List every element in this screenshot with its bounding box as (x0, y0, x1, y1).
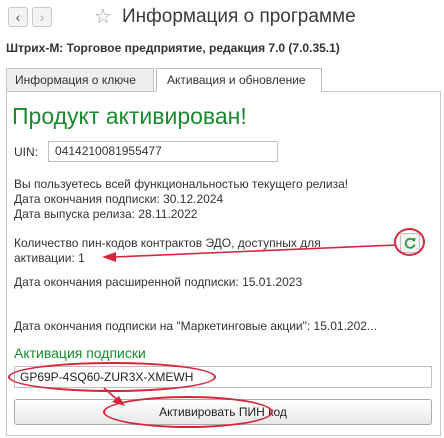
pin-code-input[interactable] (14, 366, 432, 388)
favorite-star-icon[interactable]: ☆ (94, 6, 112, 28)
status-heading: Продукт активирован! (12, 103, 247, 129)
activate-pin-button[interactable]: Активировать ПИН код (14, 399, 432, 425)
activation-section-title: Активация подписки (14, 345, 146, 361)
pin-count-text: Количество пин-кодов контрактов ЭДО, дос… (14, 236, 321, 250)
extended-subscription-date: Дата окончания расширенной подписки: 15.… (14, 275, 303, 289)
forward-button[interactable]: › (32, 7, 52, 27)
tab-activation-update[interactable]: Активация и обновление (156, 68, 322, 92)
tab-key-info[interactable]: Информация о ключе (6, 68, 154, 92)
title-bar: ‹ › ☆ Информация о программе (0, 0, 444, 36)
marketing-subscription-date: Дата окончания подписки на "Маркетинговы… (14, 319, 377, 333)
release-date: Дата выпуска релиза: 28.11.2022 (14, 207, 198, 221)
subscription-end-date: Дата окончания подписки: 30.12.2024 (14, 192, 224, 206)
forward-arrow-icon: › (39, 9, 45, 25)
uin-label: UIN: (14, 145, 38, 159)
functionality-text: Вы пользуетесь всей функциональностью те… (14, 177, 349, 191)
pin-count-value: активации: 1 (14, 251, 85, 265)
product-edition: Штрих-М: Торговое предприятие, редакция … (6, 41, 340, 55)
back-arrow-icon: ‹ (15, 9, 21, 25)
window-title: Информация о программе (122, 6, 356, 27)
uin-field[interactable]: 0414210081955477 (48, 141, 278, 162)
back-button[interactable]: ‹ (8, 7, 28, 27)
refresh-highlight (394, 228, 425, 256)
